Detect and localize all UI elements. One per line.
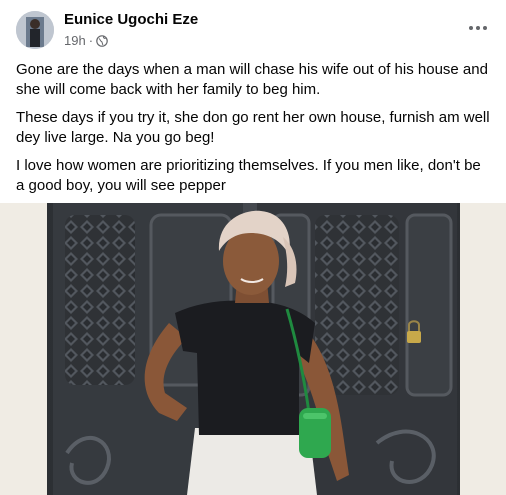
author-name[interactable]: Eunice Ugochi Eze: [64, 11, 198, 28]
timestamp[interactable]: 19h: [64, 33, 86, 48]
post-photo-container[interactable]: [0, 203, 506, 495]
post-photo[interactable]: [47, 203, 460, 495]
globe-icon: [96, 34, 108, 47]
more-options-icon[interactable]: [464, 14, 492, 42]
post-text: Gone are the days when a man will chase …: [16, 60, 492, 204]
avatar[interactable]: [16, 11, 54, 49]
post-meta: 19h ·: [64, 33, 108, 48]
post-paragraph: These days if you try it, she don go ren…: [16, 109, 490, 146]
post-paragraph: Gone are the days when a man will chase …: [16, 61, 488, 98]
post-header: Eunice Ugochi Eze 19h ·: [0, 0, 506, 56]
meta-separator: ·: [88, 33, 94, 48]
post-paragraph: I love how women are prioritizing themse…: [16, 157, 481, 194]
facebook-post: Eunice Ugochi Eze 19h · Gone are the day…: [0, 0, 506, 495]
